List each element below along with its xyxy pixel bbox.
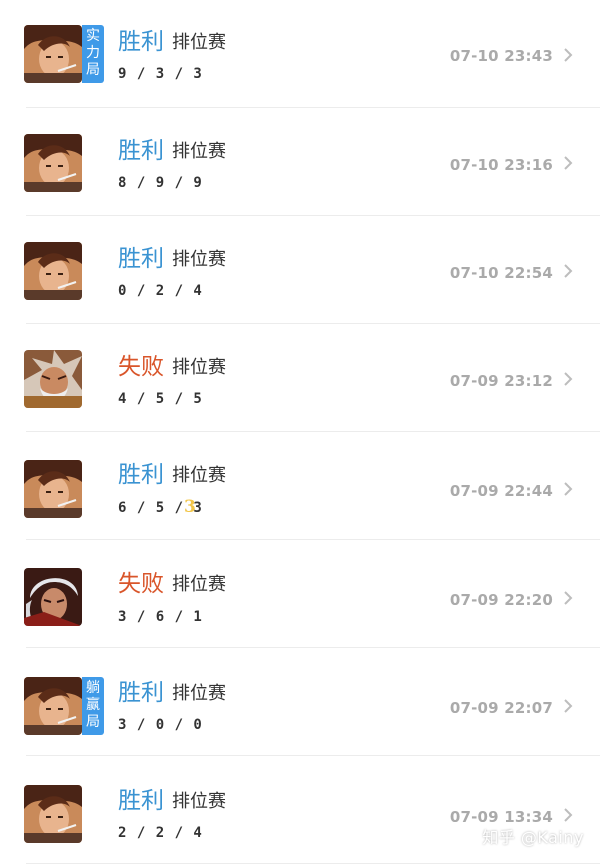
match-row[interactable]: 失败 排位赛 4 / 5 / 5 07-09 23:12 xyxy=(0,324,600,432)
match-mode: 排位赛 xyxy=(172,357,226,378)
match-time: 07-09 23:12 xyxy=(449,372,553,390)
match-result: 胜利 xyxy=(118,29,164,55)
hero-avatar xyxy=(24,25,82,83)
match-result: 失败 xyxy=(118,571,164,597)
match-kda: 0 / 2 / 4 xyxy=(118,283,203,299)
chevron-right-icon xyxy=(564,372,573,386)
match-mode: 排位赛 xyxy=(172,32,226,53)
hero-avatar xyxy=(24,568,82,626)
hero-avatar xyxy=(24,242,82,300)
match-kda: 3 / 0 / 0 xyxy=(118,717,203,733)
match-history-list: 实 力 局 胜利 排位赛 9 / 3 / 3 07-10 23:43 胜利 排位… xyxy=(0,0,600,864)
match-row[interactable]: 胜利 排位赛 8 / 9 / 9 07-10 23:16 xyxy=(0,108,600,216)
match-result: 胜利 xyxy=(118,138,164,164)
chevron-right-icon xyxy=(564,264,573,278)
match-mode: 排位赛 xyxy=(172,683,226,704)
hero-avatar xyxy=(24,677,82,735)
match-row[interactable]: 胜利 排位赛 6 / 5 / 3 3 07-09 22:44 xyxy=(0,432,600,540)
match-result: 胜利 xyxy=(118,246,164,272)
match-tag-badge: 实 力 局 xyxy=(82,25,104,83)
match-row[interactable]: 躺 赢 局 胜利 排位赛 3 / 0 / 0 07-09 22:07 xyxy=(0,648,600,756)
chevron-right-icon xyxy=(564,808,573,822)
match-time: 07-09 22:20 xyxy=(449,591,553,609)
match-time: 07-09 22:44 xyxy=(449,482,553,500)
match-time: 07-10 23:43 xyxy=(449,47,553,65)
zhihu-watermark: 知乎 @Kainy xyxy=(482,828,584,847)
match-time: 07-10 23:16 xyxy=(449,156,553,174)
match-time: 07-10 22:54 xyxy=(449,264,553,282)
match-row[interactable]: 胜利 排位赛 0 / 2 / 4 07-10 22:54 xyxy=(0,216,600,324)
hero-avatar xyxy=(24,460,82,518)
match-time: 07-09 22:07 xyxy=(449,699,553,717)
mvp-count-badge: 3 xyxy=(184,497,196,517)
match-mode: 排位赛 xyxy=(172,574,226,595)
match-kda: 8 / 9 / 9 xyxy=(118,175,203,191)
chevron-right-icon xyxy=(564,482,573,496)
match-mode: 排位赛 xyxy=(172,791,226,812)
match-mode: 排位赛 xyxy=(172,249,226,270)
match-row[interactable]: 失败 排位赛 3 / 6 / 1 07-09 22:20 xyxy=(0,540,600,648)
match-mode: 排位赛 xyxy=(172,465,226,486)
match-result: 失败 xyxy=(118,354,164,380)
match-tag-badge: 躺 赢 局 xyxy=(82,677,104,735)
hero-avatar xyxy=(24,350,82,408)
match-kda: 4 / 5 / 5 xyxy=(118,391,203,407)
match-time: 07-09 13:34 xyxy=(449,808,553,826)
match-kda: 2 / 2 / 4 xyxy=(118,825,203,841)
match-result: 胜利 xyxy=(118,680,164,706)
chevron-right-icon xyxy=(564,591,573,605)
hero-avatar xyxy=(24,785,82,843)
chevron-right-icon xyxy=(564,699,573,713)
chevron-right-icon xyxy=(564,156,573,170)
match-result: 胜利 xyxy=(118,462,164,488)
match-kda: 9 / 3 / 3 xyxy=(118,66,203,82)
match-result: 胜利 xyxy=(118,788,164,814)
match-kda: 3 / 6 / 1 xyxy=(118,609,203,625)
hero-avatar xyxy=(24,134,82,192)
match-mode: 排位赛 xyxy=(172,141,226,162)
chevron-right-icon xyxy=(564,48,573,62)
match-row[interactable]: 实 力 局 胜利 排位赛 9 / 3 / 3 07-10 23:43 xyxy=(0,0,600,108)
